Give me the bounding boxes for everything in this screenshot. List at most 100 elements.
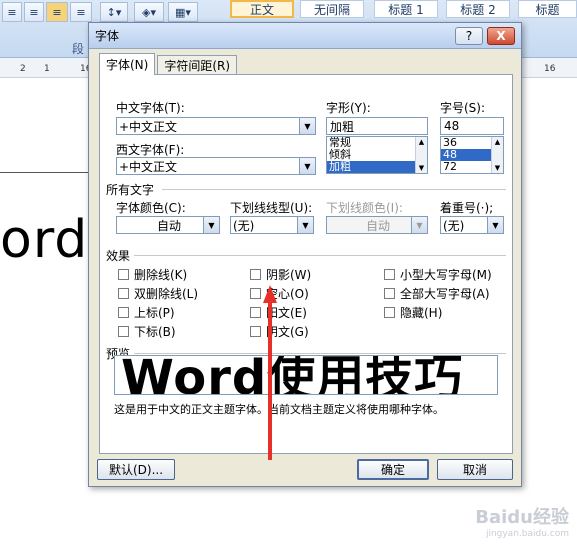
watermark-brand: Baidu经验 — [475, 507, 569, 528]
style-heading-1[interactable]: 标题 1 — [374, 0, 438, 18]
style-heading-2[interactable]: 标题 2 — [446, 0, 510, 18]
preview-note: 这是用于中文的正文主题字体。当前文档主题定义将使用哪种字体。 — [114, 403, 444, 416]
font-style-list[interactable]: 常规 倾斜 加粗 ▲ ▼ — [326, 136, 428, 174]
font-size-label: 字号(S): — [440, 101, 486, 115]
line-spacing-icon[interactable]: ↕▾ — [100, 2, 128, 22]
chevron-down-icon[interactable]: ▼ — [299, 118, 315, 134]
preview-box: Word使用技巧 — [114, 355, 498, 395]
checkbox-box[interactable] — [384, 288, 395, 299]
section-divider — [134, 255, 506, 256]
emboss-checkbox[interactable]: 阳文(E) — [250, 304, 307, 321]
underline-color-select[interactable]: 自动 ▼ — [326, 216, 428, 234]
watermark: Baidu经验 jingyan.baidu.com — [475, 503, 569, 539]
chevron-down-icon[interactable]: ▼ — [419, 164, 424, 172]
dialog-tabs: 字体(N) 字符间距(R) — [99, 53, 239, 75]
section-divider — [134, 353, 506, 354]
effects-header: 效果 — [106, 249, 131, 263]
ok-button[interactable]: 确定 — [357, 459, 429, 480]
checkbox-label: 下标(B) — [134, 325, 176, 339]
underline-style-select[interactable]: (无) ▼ — [230, 216, 314, 234]
superscript-checkbox[interactable]: 上标(P) — [118, 304, 175, 321]
tab-font[interactable]: 字体(N) — [99, 53, 156, 75]
font-color-value: 自动 — [156, 218, 181, 233]
double-strikethrough-checkbox[interactable]: 双删除线(L) — [118, 285, 198, 302]
checkbox-box[interactable] — [384, 269, 395, 280]
font-style-label: 字形(Y): — [326, 101, 371, 115]
western-font-select[interactable]: +中文正文 ▼ — [116, 157, 316, 175]
ruler-number: 16 — [544, 64, 556, 74]
help-button[interactable]: ? — [455, 27, 483, 45]
chevron-down-icon[interactable]: ▼ — [203, 217, 219, 233]
underline-style-value: (无) — [233, 218, 255, 233]
checkbox-box[interactable] — [118, 326, 129, 337]
chinese-font-value: +中文正文 — [119, 119, 178, 134]
checkbox-box[interactable] — [250, 326, 261, 337]
style-normal[interactable]: 正文 — [230, 0, 294, 18]
scrollbar[interactable]: ▲ ▼ — [415, 137, 427, 173]
justify-icon[interactable]: ≡ — [46, 2, 68, 22]
distributed-icon[interactable]: ≡ — [70, 2, 92, 22]
watermark-url: jingyan.baidu.com — [485, 529, 569, 539]
checkbox-box[interactable] — [250, 288, 261, 299]
ruler-number: 1 — [44, 64, 50, 74]
checkbox-label: 隐藏(H) — [400, 306, 443, 320]
checkbox-box[interactable] — [384, 307, 395, 318]
western-font-value: +中文正文 — [119, 159, 178, 174]
font-size-list[interactable]: 36 48 72 ▲ ▼ — [440, 136, 504, 174]
outline-checkbox[interactable]: 空心(O) — [250, 285, 309, 302]
checkbox-box[interactable] — [250, 307, 261, 318]
checkbox-box[interactable] — [118, 307, 129, 318]
hidden-checkbox[interactable]: 隐藏(H) — [384, 304, 442, 321]
shadow-checkbox[interactable]: 阴影(W) — [250, 266, 311, 283]
paragraph-group-label: 段 — [72, 42, 85, 56]
western-font-label: 西文字体(F): — [116, 143, 185, 157]
borders-icon[interactable]: ▦▾ — [168, 2, 198, 22]
style-no-spacing[interactable]: 无间隔 — [300, 0, 364, 18]
checkbox-label: 删除线(K) — [134, 268, 188, 282]
ruler-number: 2 — [20, 64, 26, 74]
engrave-checkbox[interactable]: 阴文(G) — [250, 323, 309, 340]
set-default-button[interactable]: 默认(D)... — [97, 459, 175, 480]
chevron-up-icon[interactable]: ▲ — [495, 138, 500, 146]
chinese-font-select[interactable]: +中文正文 ▼ — [116, 117, 316, 135]
chevron-down-icon[interactable]: ▼ — [495, 164, 500, 172]
checkbox-label: 上标(P) — [134, 306, 175, 320]
font-style-input[interactable]: 加粗 — [326, 117, 428, 135]
subscript-checkbox[interactable]: 下标(B) — [118, 323, 176, 340]
checkbox-label: 全部大写字母(A) — [400, 287, 490, 301]
shading-icon[interactable]: ◈▾ — [134, 2, 164, 22]
document-text: ord — [0, 210, 89, 270]
dialog-title: 字体 — [95, 29, 120, 43]
strikethrough-checkbox[interactable]: 删除线(K) — [118, 266, 187, 283]
chevron-down-icon[interactable]: ▼ — [299, 158, 315, 174]
underline-color-label: 下划线颜色(I): — [326, 201, 403, 215]
font-color-select[interactable]: 自动 ▼ — [116, 216, 220, 234]
small-caps-checkbox[interactable]: 小型大写字母(M) — [384, 266, 492, 283]
align-left-icon[interactable]: ≡ — [2, 2, 22, 22]
list-item[interactable]: 加粗 — [327, 161, 427, 173]
all-caps-checkbox[interactable]: 全部大写字母(A) — [384, 285, 490, 302]
font-size-input[interactable]: 48 — [440, 117, 504, 135]
style-title[interactable]: 标题 — [518, 0, 577, 18]
scrollbar[interactable]: ▲ ▼ — [491, 137, 503, 173]
checkbox-box[interactable] — [118, 288, 129, 299]
chevron-up-icon[interactable]: ▲ — [419, 138, 424, 146]
screenshot-stage: ≡ ≡ ≡ ≡ ↕▾ ◈▾ ▦▾ 正文 无间隔 标题 1 标题 2 标题 段 2… — [0, 0, 577, 547]
checkbox-box[interactable] — [250, 269, 261, 280]
emphasis-label: 着重号(·); — [440, 201, 494, 215]
font-tab-panel: 中文字体(T): +中文正文 ▼ 西文字体(F): +中文正文 ▼ 字形(Y):… — [99, 74, 513, 454]
underline-color-value: 自动 — [365, 218, 390, 233]
emphasis-select[interactable]: (无) ▼ — [440, 216, 504, 234]
chevron-down-icon[interactable]: ▼ — [411, 217, 427, 233]
close-button[interactable]: X — [487, 27, 515, 45]
chevron-down-icon[interactable]: ▼ — [487, 217, 503, 233]
tab-character-spacing[interactable]: 字符间距(R) — [157, 55, 238, 75]
checkbox-label: 阴影(W) — [266, 268, 312, 282]
font-color-label: 字体颜色(C): — [116, 201, 186, 215]
checkbox-label: 双删除线(L) — [134, 287, 199, 301]
cancel-button[interactable]: 取消 — [437, 459, 513, 480]
chinese-font-label: 中文字体(T): — [116, 101, 185, 115]
checkbox-box[interactable] — [118, 269, 129, 280]
align-right-icon[interactable]: ≡ — [24, 2, 44, 22]
chevron-down-icon[interactable]: ▼ — [297, 217, 313, 233]
